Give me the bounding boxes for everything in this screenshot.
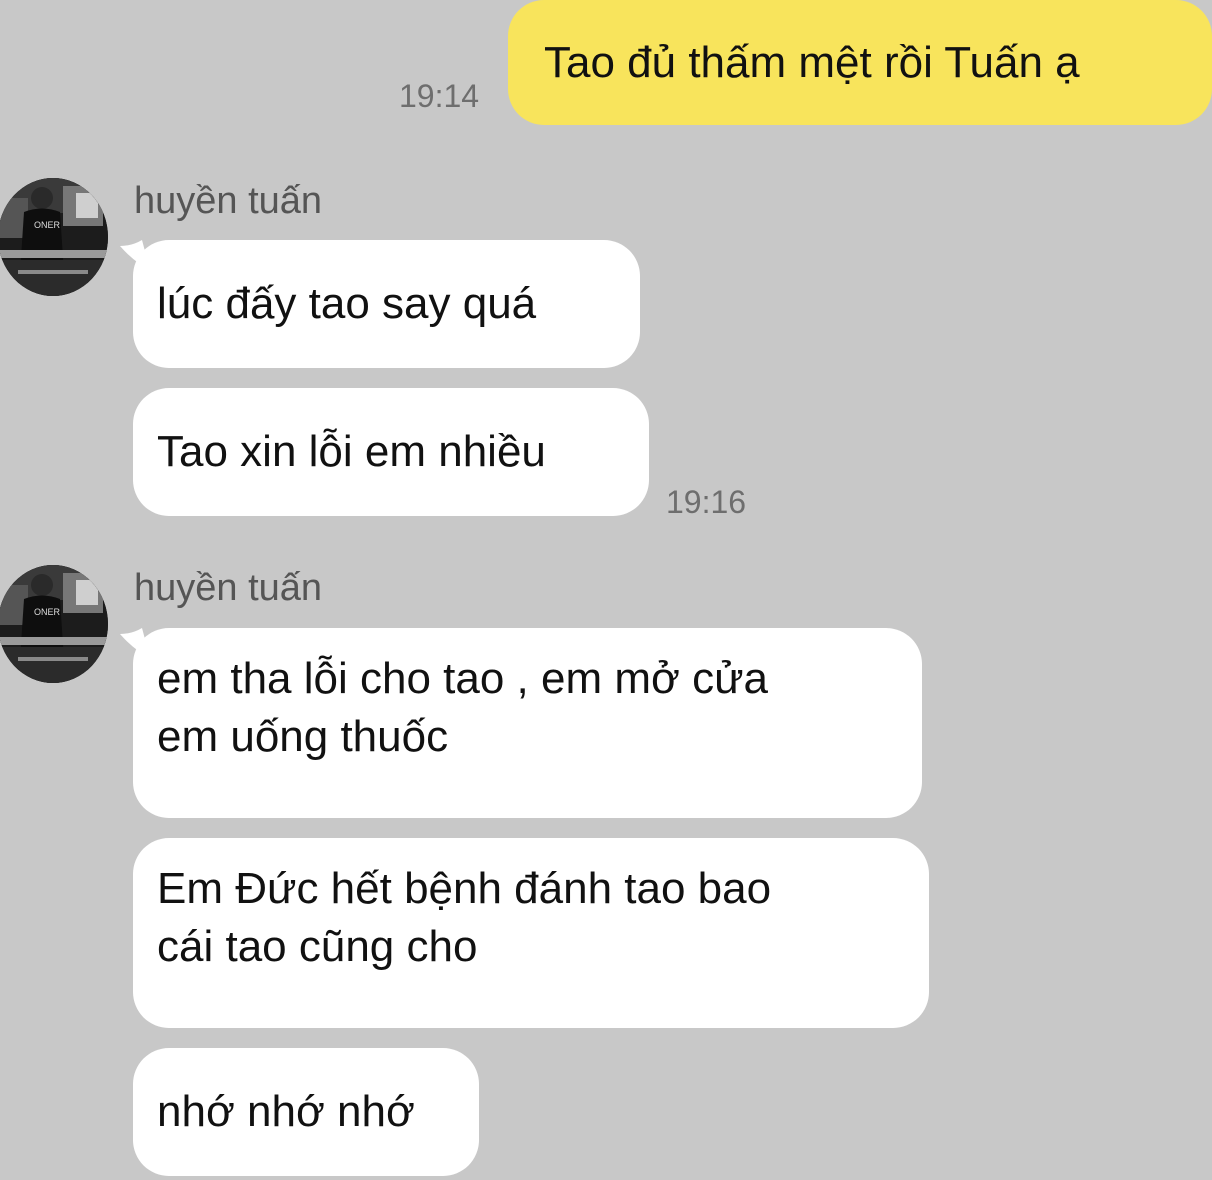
- incoming-message-bubble[interactable]: Tao xin lỗi em nhiều: [133, 388, 649, 516]
- sender-name: huyền tuấn: [134, 180, 323, 222]
- sender-name: huyền tuấn: [134, 567, 323, 609]
- incoming-message-text-line: em uống thuốc: [157, 712, 449, 761]
- incoming-message-bubble[interactable]: nhớ nhớ nhớ: [133, 1048, 479, 1176]
- message-timestamp: 19:14: [399, 78, 480, 114]
- incoming-message-text-line: em tha lỗi cho tao , em mở cửa: [157, 654, 768, 703]
- incoming-message-text: nhớ nhớ nhớ: [157, 1087, 415, 1136]
- message-timestamp: 19:16: [666, 484, 747, 520]
- avatar[interactable]: ONER: [0, 178, 108, 296]
- incoming-message-text: lúc đấy tao say quá: [157, 279, 537, 328]
- incoming-message-text-line: cái tao cũng cho: [157, 922, 478, 971]
- avatar-photo-icon: ONER: [0, 178, 108, 296]
- outgoing-message-text: Tao đủ thấm mệt rồi Tuấn ạ: [544, 37, 1080, 87]
- incoming-message-bubble[interactable]: Em Đức hết bệnh đánh tao bao cái tao cũn…: [133, 838, 929, 1028]
- incoming-message-text-line: Em Đức hết bệnh đánh tao bao: [157, 864, 772, 913]
- avatar[interactable]: ONER: [0, 565, 108, 683]
- incoming-message-bubble[interactable]: lúc đấy tao say quá: [133, 240, 640, 368]
- avatar-shirt-text: ONER: [34, 607, 61, 617]
- avatar-photo-icon: ONER: [0, 565, 108, 683]
- outgoing-message-bubble[interactable]: Tao đủ thấm mệt rồi Tuấn ạ: [508, 0, 1212, 125]
- avatar-shirt-text: ONER: [34, 220, 61, 230]
- incoming-message-bubble[interactable]: em tha lỗi cho tao , em mở cửa em uống t…: [133, 628, 922, 818]
- incoming-message-text: Tao xin lỗi em nhiều: [157, 427, 546, 476]
